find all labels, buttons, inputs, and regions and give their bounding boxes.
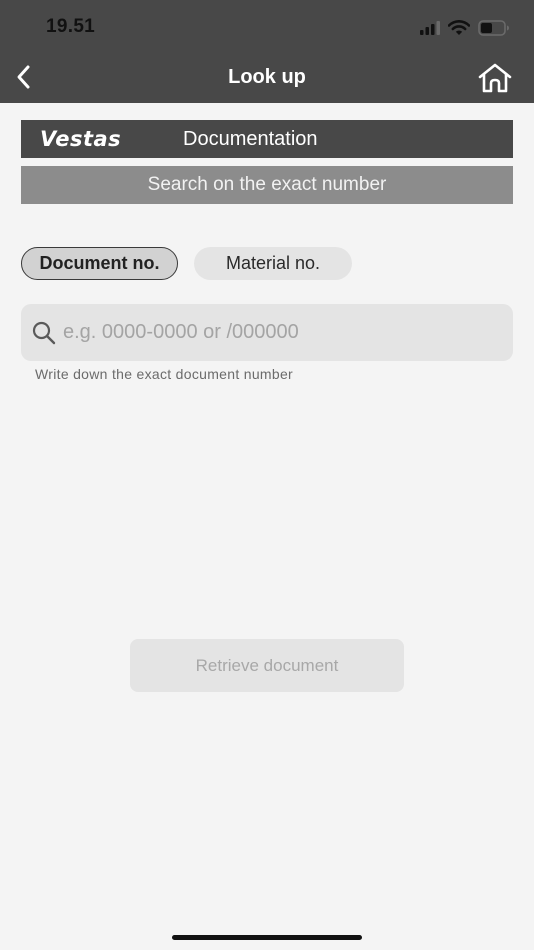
home-indicator[interactable] [172,935,362,940]
search-field[interactable] [21,304,513,361]
status-icons [420,17,510,39]
retrieve-document-button[interactable]: Retrieve document [130,639,404,692]
brand-header: Vestas Documentation [21,120,513,158]
status-time: 19.51 [46,16,96,37]
search-instruction-banner: Search on the exact number [21,166,513,204]
tab-material-no[interactable]: Material no. [194,247,352,280]
home-button[interactable] [476,60,514,96]
vestas-logo: Vestas [40,127,152,151]
search-icon [31,320,57,346]
top-bar: 19.51 Look up [0,0,534,103]
helper-text: Write down the exact document number [35,366,294,382]
page-title: Look up [228,66,306,88]
logo-wordmark: Vestas [40,127,122,151]
battery-icon [478,20,510,36]
tab-document-no[interactable]: Document no. [21,247,178,280]
wifi-icon [448,20,470,36]
section-title: Documentation [183,127,318,150]
document-number-input[interactable] [63,312,513,353]
signal-icon [420,21,440,35]
home-icon [478,63,512,93]
